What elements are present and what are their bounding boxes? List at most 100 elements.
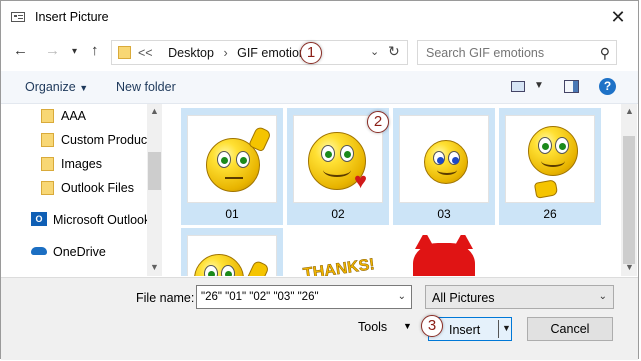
file-name: 03 — [437, 207, 451, 221]
smiley-eye — [321, 145, 335, 162]
window-title: Insert Picture — [35, 10, 109, 24]
cancel-button[interactable]: Cancel — [527, 317, 613, 341]
tools-label: Tools — [358, 320, 388, 334]
search-box[interactable]: ⚲ — [417, 40, 617, 65]
heart-icon: ♥ — [354, 168, 368, 193]
insert-picture-dialog: Insert Picture ✕ ← → ▾ ↑ << Desktop › GI… — [0, 0, 639, 360]
smiley-mouth — [437, 165, 457, 175]
smiley-eye — [555, 137, 569, 154]
folder-icon — [118, 46, 131, 59]
file-tile[interactable] — [393, 228, 495, 276]
smiley-eye — [538, 137, 552, 154]
sidebar-item-onedrive[interactable]: OneDrive — [1, 242, 151, 262]
address-bar[interactable]: << Desktop › GIF emotions ⌄ ↻ — [111, 40, 408, 65]
recent-locations-chevron-icon[interactable]: ▾ — [72, 46, 77, 57]
sidebar-item-custom-product[interactable]: Custom Product — [1, 130, 151, 150]
smiling-smiley-image — [424, 140, 468, 184]
address-dropdown-chevron-icon[interactable]: ⌄ — [370, 45, 379, 58]
refresh-icon[interactable]: ↻ — [388, 43, 400, 60]
up-arrow-icon[interactable]: ↑ — [91, 42, 99, 59]
hand-image — [533, 179, 559, 199]
view-options-chevron-icon[interactable]: ▼ — [534, 80, 544, 91]
sidebar-item-microsoft-outlook[interactable]: O Microsoft Outlook — [1, 210, 151, 230]
navigation-pane: AAA Custom Product Images Outlook Files … — [1, 104, 162, 276]
outlook-icon: O — [31, 212, 47, 226]
smiley-eye — [204, 265, 218, 276]
help-icon[interactable]: ? — [599, 78, 616, 95]
scroll-up-arrow-icon[interactable]: ▲ — [150, 106, 159, 116]
insert-label: Insert — [449, 323, 481, 337]
file-tile[interactable] — [181, 228, 283, 276]
file-thumbnail — [187, 235, 277, 276]
smiley-eye — [448, 151, 460, 165]
chevron-down-icon: ▼ — [403, 321, 412, 331]
annotation-badge-1: 1 — [300, 42, 322, 64]
scroll-down-arrow-icon[interactable]: ▼ — [625, 262, 634, 272]
picture-dialog-icon — [11, 12, 25, 22]
scrollbar-thumb[interactable] — [148, 152, 161, 190]
breadcrumb-desktop[interactable]: Desktop — [168, 46, 214, 60]
sidebar-item-aaa[interactable]: AAA — [1, 106, 151, 126]
file-name-label: File name: — [136, 291, 195, 305]
file-type-select[interactable]: All Pictures ⌄ — [425, 285, 614, 309]
search-icon[interactable]: ⚲ — [600, 45, 610, 62]
folder-icon — [41, 157, 54, 171]
file-tile-03[interactable]: 03 — [393, 108, 495, 225]
breadcrumb-separator-icon: › — [223, 46, 228, 60]
organize-label: Organize — [25, 80, 76, 94]
file-type-value: All Pictures — [432, 291, 495, 305]
smiley-mouth — [225, 173, 243, 179]
sidebar-item-label: AAA — [61, 109, 87, 123]
breadcrumb: << Desktop › GIF emotions — [138, 46, 312, 60]
file-tile-26[interactable]: 26 — [499, 108, 601, 225]
scroll-down-arrow-icon[interactable]: ▼ — [150, 262, 159, 272]
back-arrow-icon[interactable]: ← — [13, 42, 28, 59]
smiley-eye — [221, 265, 235, 276]
file-tile-01[interactable]: 01 — [181, 108, 283, 225]
smiley-mouth — [323, 163, 351, 177]
new-folder-button[interactable]: New folder — [116, 80, 176, 94]
file-name-input[interactable] — [197, 286, 391, 308]
file-list-scrollbar[interactable]: ▲ ▼ — [621, 104, 637, 276]
tools-button[interactable]: Tools ▼ — [358, 320, 412, 334]
file-name-field[interactable]: ⌄ — [196, 285, 412, 309]
scroll-up-arrow-icon[interactable]: ▲ — [625, 106, 634, 116]
sidebar-item-outlook-files[interactable]: Outlook Files — [1, 178, 151, 198]
file-thumbnail — [187, 115, 277, 203]
preview-pane-icon[interactable] — [564, 80, 579, 93]
change-view-icon[interactable] — [511, 81, 525, 92]
file-name: 26 — [543, 207, 557, 221]
hand-image — [246, 259, 270, 276]
smiley-eye — [340, 145, 354, 162]
file-name: 02 — [331, 207, 345, 221]
smiley-eye — [433, 151, 445, 165]
sidebar-item-label: Microsoft Outlook — [53, 213, 151, 227]
file-list: 01 ♥ 02 03 26 THANKS! — [163, 104, 621, 276]
sidebar-item-label: Outlook Files — [61, 181, 134, 195]
folder-icon — [41, 109, 54, 123]
folder-icon — [41, 133, 54, 147]
red-cat-image — [413, 235, 475, 276]
split-divider — [498, 320, 499, 338]
navigation-pane-scrollbar[interactable]: ▲ ▼ — [147, 104, 162, 276]
chevron-down-icon[interactable]: ⌄ — [398, 291, 406, 302]
scrollbar-thumb[interactable] — [623, 136, 635, 264]
file-name: 01 — [225, 207, 239, 221]
chevron-down-icon: ▼ — [79, 83, 89, 93]
organize-button[interactable]: Organize ▼ — [25, 80, 88, 94]
grinning-smiley-image — [528, 126, 578, 176]
forward-arrow-icon[interactable]: → — [45, 42, 60, 59]
sidebar-item-label: Images — [61, 157, 102, 171]
insert-options-chevron-icon[interactable]: ▼ — [502, 323, 511, 333]
annotation-badge-3: 3 — [421, 315, 443, 337]
file-tile[interactable]: THANKS! — [287, 228, 389, 276]
close-icon[interactable]: ✕ — [604, 6, 632, 28]
search-input[interactable] — [418, 41, 596, 64]
thanks-sign-image: THANKS! — [302, 256, 376, 276]
folder-icon — [41, 181, 54, 195]
file-thumbnail — [398, 234, 488, 276]
sidebar-item-images[interactable]: Images — [1, 154, 151, 174]
breadcrumb-overflow[interactable]: << — [138, 46, 153, 60]
chevron-down-icon: ⌄ — [598, 291, 607, 302]
waving-smiley-image — [194, 254, 244, 276]
